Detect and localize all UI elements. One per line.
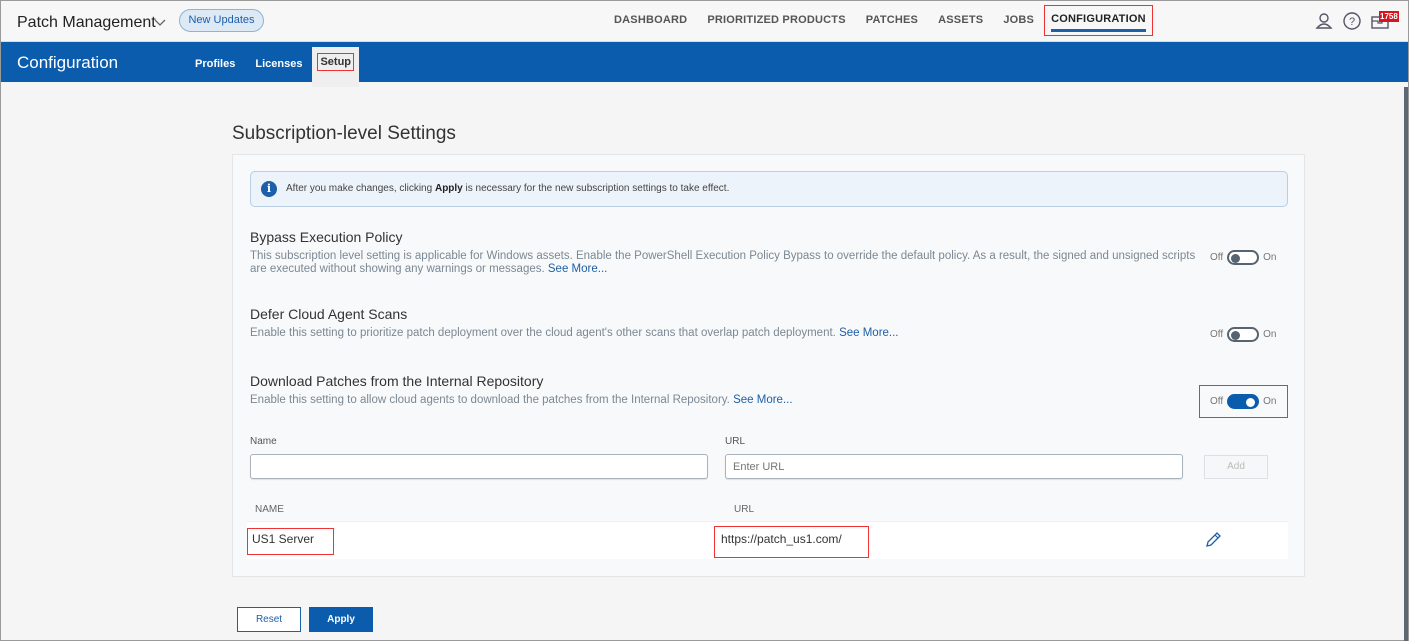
name-input[interactable]: [250, 454, 708, 479]
nav-jobs[interactable]: JOBS: [993, 1, 1044, 42]
defer-scans-toggle[interactable]: [1227, 327, 1260, 342]
toggle-off-label: Off: [1210, 252, 1224, 263]
sub-nav: Profiles Licenses Setup: [185, 42, 360, 87]
section-title: Configuration: [17, 53, 119, 72]
column-header-name: NAME: [255, 504, 284, 515]
tab-setup-label: Setup: [317, 53, 355, 71]
toggle-on-label: On: [1263, 396, 1277, 407]
info-icon: i: [261, 181, 277, 197]
column-header-url: URL: [734, 504, 755, 515]
nav-dashboard[interactable]: DASHBOARD: [604, 1, 697, 42]
apply-button[interactable]: Apply: [309, 607, 373, 632]
row-name: US1 Server: [252, 532, 315, 546]
see-more-link[interactable]: See More...: [733, 394, 792, 406]
setting-description: This subscription level setting is appli…: [250, 250, 1210, 276]
setting-download-internal-repo: Download Patches from the Internal Repos…: [250, 373, 1210, 407]
reset-button[interactable]: Reset: [237, 607, 301, 632]
info-suffix: is necessary for the new subscription se…: [462, 183, 730, 194]
edit-icon[interactable]: [1203, 530, 1223, 550]
info-bold: Apply: [434, 183, 463, 194]
tab-licenses[interactable]: Licenses: [245, 42, 312, 82]
internal-repo-toggle-group: Off On: [1210, 394, 1277, 409]
toggle-off-label: Off: [1210, 396, 1224, 407]
add-button[interactable]: Add: [1204, 455, 1268, 479]
settings-panel: i After you make changes, clicking Apply…: [232, 154, 1305, 577]
url-input[interactable]: [725, 454, 1183, 479]
see-more-link[interactable]: See More...: [839, 327, 898, 339]
svg-text:?: ?: [1349, 16, 1355, 28]
tab-profiles[interactable]: Profiles: [185, 42, 245, 82]
internal-repo-toggle[interactable]: [1227, 394, 1260, 409]
toggle-knob: [1231, 330, 1241, 340]
notification-badge: 1758: [1379, 11, 1399, 22]
tab-setup[interactable]: Setup: [312, 47, 360, 87]
bypass-toggle[interactable]: [1227, 250, 1260, 265]
setting-description: Enable this setting to allow cloud agent…: [250, 394, 1210, 407]
setting-title: Download Patches from the Internal Repos…: [250, 373, 544, 389]
bypass-toggle-group: Off On: [1210, 250, 1277, 265]
app-title[interactable]: Patch Management: [17, 14, 156, 32]
nav-configuration[interactable]: CONFIGURATION: [1044, 5, 1153, 36]
new-updates-button[interactable]: New Updates: [179, 9, 264, 32]
row-url: https://patch_us1.com/: [721, 532, 842, 546]
table-row: US1 Server https://patch_us1.com/: [247, 521, 1288, 559]
main-nav: DASHBOARD PRIORITIZED PRODUCTS PATCHES A…: [604, 1, 1153, 42]
url-label: URL: [725, 436, 746, 447]
setting-defer-cloud-agent-scans: Defer Cloud Agent Scans Enable this sett…: [250, 306, 1210, 340]
sub-header: Configuration Profiles Licenses Setup: [1, 42, 1408, 87]
setting-description: Enable this setting to prioritize patch …: [250, 327, 1210, 340]
nav-patches[interactable]: PATCHES: [856, 1, 928, 42]
info-text: After you make changes, clicking Apply i…: [286, 183, 729, 194]
chevron-down-icon[interactable]: [153, 15, 167, 29]
toggle-on-label: On: [1263, 252, 1277, 263]
help-icon[interactable]: ?: [1342, 11, 1362, 31]
top-bar: Patch Management New Updates DASHBOARD P…: [1, 1, 1408, 42]
description-text: Enable this setting to prioritize patch …: [250, 327, 836, 339]
name-label: Name: [250, 436, 277, 447]
page-title: Subscription-level Settings: [232, 123, 456, 144]
toggle-off-label: Off: [1210, 329, 1224, 340]
info-prefix: After you make changes, clicking: [286, 183, 435, 194]
user-icon[interactable]: [1314, 11, 1334, 31]
see-more-link[interactable]: See More...: [548, 263, 607, 275]
toggle-on-label: On: [1263, 329, 1277, 340]
description-text: This subscription level setting is appli…: [250, 250, 1196, 275]
setting-title: Defer Cloud Agent Scans: [250, 306, 408, 322]
description-text: Enable this setting to allow cloud agent…: [250, 394, 730, 406]
info-banner: i After you make changes, clicking Apply…: [250, 171, 1288, 207]
scrollbar[interactable]: [1404, 87, 1408, 641]
toggle-knob: [1231, 253, 1241, 263]
nav-prioritized-products[interactable]: PRIORITIZED PRODUCTS: [697, 1, 855, 42]
nav-assets[interactable]: ASSETS: [928, 1, 993, 42]
setting-title: Bypass Execution Policy: [250, 229, 403, 245]
setting-bypass-execution-policy: Bypass Execution Policy This subscriptio…: [250, 229, 1210, 276]
toggle-knob: [1246, 397, 1256, 407]
defer-toggle-group: Off On: [1210, 327, 1277, 342]
